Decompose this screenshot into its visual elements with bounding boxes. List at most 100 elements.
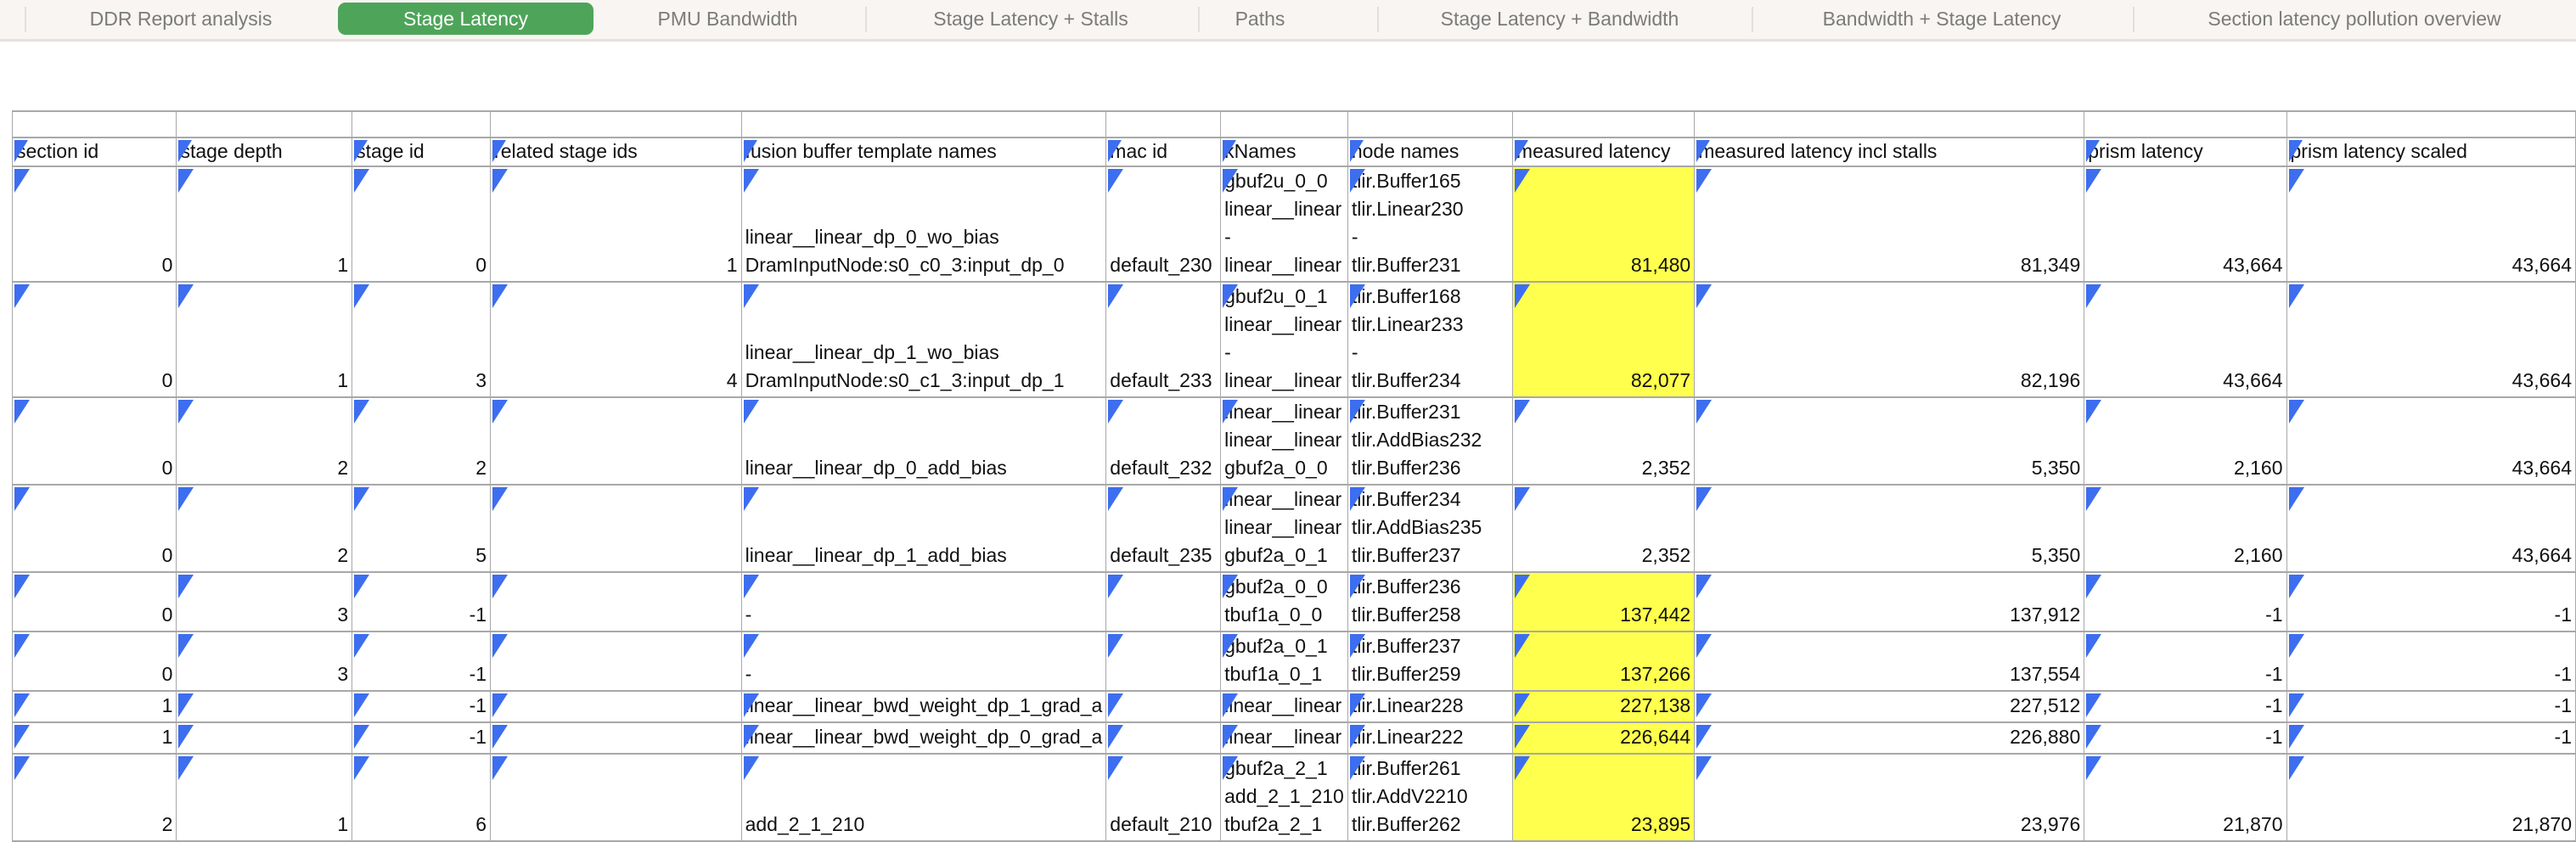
cell-knames[interactable]: linear__linear linear__linear gbuf2a_0_0 xyxy=(1220,396,1348,486)
header-mac-id[interactable]: mac id xyxy=(1105,137,1222,167)
header-related-stage-ids[interactable]: related stage ids xyxy=(490,137,742,167)
comment-marker-icon[interactable] xyxy=(2086,725,2102,749)
tab-paths[interactable]: Paths xyxy=(1235,3,1285,35)
comment-marker-icon[interactable] xyxy=(178,756,194,780)
cell-related-stage-ids[interactable] xyxy=(490,721,742,755)
cell-knames[interactable]: gbuf2a_2_1 add_2_1_210 tbuf2a_2_1 xyxy=(1220,753,1348,842)
cell-prism-latency-scaled[interactable]: -1 xyxy=(2286,571,2576,632)
header-stage-depth[interactable]: stage depth xyxy=(176,137,353,167)
comment-marker-icon[interactable] xyxy=(1223,634,1239,658)
comment-marker-icon[interactable] xyxy=(1223,693,1239,717)
cell-mac-id[interactable]: default_235 xyxy=(1105,484,1222,573)
comment-marker-icon[interactable] xyxy=(354,284,370,308)
cell-measured-latency[interactable]: 226,644 xyxy=(1511,721,1696,755)
comment-marker-icon[interactable] xyxy=(1696,487,1713,511)
cell-mac-id[interactable]: default_230 xyxy=(1105,166,1222,283)
cell-stage-depth[interactable] xyxy=(176,690,353,723)
cell-stage-id[interactable]: 3 xyxy=(352,281,492,398)
tab-stage-latency-bandwidth[interactable]: Stage Latency + Bandwidth xyxy=(1441,3,1679,35)
comment-marker-icon[interactable] xyxy=(1108,169,1124,193)
comment-marker-icon[interactable] xyxy=(2288,634,2304,658)
cell-related-stage-ids[interactable] xyxy=(490,571,742,632)
comment-marker-icon[interactable] xyxy=(743,756,759,780)
cell-mac-id[interactable]: default_210 xyxy=(1105,753,1222,842)
comment-marker-icon[interactable] xyxy=(1108,693,1124,717)
comment-marker-icon[interactable] xyxy=(354,575,370,598)
cell-stage-depth[interactable] xyxy=(176,721,353,755)
comment-marker-icon[interactable] xyxy=(1349,756,1365,780)
comment-marker-icon[interactable] xyxy=(178,575,194,598)
cell-measured-latency[interactable]: 2,352 xyxy=(1511,484,1696,573)
cell[interactable] xyxy=(490,110,742,138)
cell-stage-id[interactable]: -1 xyxy=(352,721,492,755)
cell-mac-id[interactable]: default_232 xyxy=(1105,396,1222,486)
cell-mac-id[interactable]: default_233 xyxy=(1105,281,1222,398)
cell-section-id[interactable]: 0 xyxy=(11,484,177,573)
header-measured-latency-incl-stalls[interactable]: measured latency incl stalls xyxy=(1694,137,2085,167)
comment-marker-icon[interactable] xyxy=(1696,140,1711,162)
comment-marker-icon[interactable] xyxy=(1514,284,1530,308)
cell-prism-latency-scaled[interactable]: -1 xyxy=(2286,631,2576,692)
tab-stage-latency[interactable]: Stage Latency xyxy=(338,3,593,35)
cell-stage-id[interactable]: 6 xyxy=(352,753,492,842)
cell-related-stage-ids[interactable] xyxy=(490,396,742,486)
cell-prism-latency-scaled[interactable]: -1 xyxy=(2286,690,2576,723)
cell-fusion-buffer-template-names[interactable]: linear__linear_bwd_weight_dp_0_grad_a xyxy=(740,721,1107,755)
header-fusion-buffer-template-names[interactable]: fusion buffer template names xyxy=(740,137,1107,167)
cell-fusion-buffer-template-names[interactable]: - xyxy=(740,571,1107,632)
comment-marker-icon[interactable] xyxy=(743,400,759,424)
cell-stage-depth[interactable]: 1 xyxy=(176,166,353,283)
comment-marker-icon[interactable] xyxy=(2288,725,2304,749)
cell-prism-latency[interactable]: -1 xyxy=(2084,631,2287,692)
comment-marker-icon[interactable] xyxy=(1696,756,1713,780)
comment-marker-icon[interactable] xyxy=(1696,284,1713,308)
comment-marker-icon[interactable] xyxy=(1223,169,1239,193)
cell-node-names[interactable]: tlir.Buffer168 tlir.Linear233 - tlir.Buffer… xyxy=(1347,281,1513,398)
comment-marker-icon[interactable] xyxy=(1108,634,1124,658)
comment-marker-icon[interactable] xyxy=(1108,756,1124,780)
cell-node-names[interactable]: tlir.Linear228 xyxy=(1347,690,1513,723)
cell-node-names[interactable]: tlir.Buffer165 tlir.Linear230 - tlir.Buffer… xyxy=(1347,166,1513,283)
cell[interactable] xyxy=(1105,110,1222,138)
comment-marker-icon[interactable] xyxy=(354,634,370,658)
comment-marker-icon[interactable] xyxy=(178,634,194,658)
comment-marker-icon[interactable] xyxy=(1514,487,1530,511)
comment-marker-icon[interactable] xyxy=(14,400,30,424)
cell-knames[interactable]: gbuf2a_0_0 tbuf1a_0_0 xyxy=(1220,571,1348,632)
comment-marker-icon[interactable] xyxy=(14,284,30,308)
header-prism-latency[interactable]: prism latency xyxy=(2084,137,2287,167)
comment-marker-icon[interactable] xyxy=(1696,725,1713,749)
cell-related-stage-ids[interactable]: 1 xyxy=(490,166,742,283)
cell-prism-latency-scaled[interactable]: 43,664 xyxy=(2286,281,2576,398)
cell-stage-id[interactable]: 5 xyxy=(352,484,492,573)
cell-section-id[interactable]: 0 xyxy=(11,396,177,486)
comment-marker-icon[interactable] xyxy=(1223,725,1239,749)
cell-knames[interactable]: gbuf2a_0_1 tbuf1a_0_1 xyxy=(1220,631,1348,692)
cell-related-stage-ids[interactable] xyxy=(490,690,742,723)
cell-stage-depth[interactable]: 3 xyxy=(176,631,353,692)
cell-measured-latency[interactable]: 81,480 xyxy=(1511,166,1696,283)
cell-measured-latency[interactable]: 2,352 xyxy=(1511,396,1696,486)
cell-measured-latency-incl-stalls[interactable]: 82,196 xyxy=(1694,281,2085,398)
cell-fusion-buffer-template-names[interactable]: linear__linear_dp_1_add_bias xyxy=(740,484,1107,573)
header-node-names[interactable]: node names xyxy=(1347,137,1513,167)
cell-stage-depth[interactable]: 2 xyxy=(176,396,353,486)
comment-marker-icon[interactable] xyxy=(2086,284,2102,308)
cell-fusion-buffer-template-names[interactable]: linear__linear_dp_0_wo_bias DramInputNode… xyxy=(740,166,1107,283)
comment-marker-icon[interactable] xyxy=(743,284,759,308)
comment-marker-icon[interactable] xyxy=(354,693,370,717)
cell[interactable] xyxy=(1694,110,2085,138)
comment-marker-icon[interactable] xyxy=(1349,693,1365,717)
comment-marker-icon[interactable] xyxy=(1696,575,1713,598)
comment-marker-icon[interactable] xyxy=(2288,693,2304,717)
comment-marker-icon[interactable] xyxy=(2086,634,2102,658)
cell-stage-id[interactable]: -1 xyxy=(352,631,492,692)
cell-prism-latency[interactable]: 43,664 xyxy=(2084,281,2287,398)
comment-marker-icon[interactable] xyxy=(14,693,30,717)
cell[interactable] xyxy=(1220,110,1348,138)
comment-marker-icon[interactable] xyxy=(2086,487,2102,511)
cell-measured-latency-incl-stalls[interactable]: 23,976 xyxy=(1694,753,2085,842)
tab-section-latency-pollution-overview[interactable]: Section latency pollution overview xyxy=(2208,3,2500,35)
cell-measured-latency-incl-stalls[interactable]: 81,349 xyxy=(1694,166,2085,283)
cell[interactable] xyxy=(740,110,1107,138)
